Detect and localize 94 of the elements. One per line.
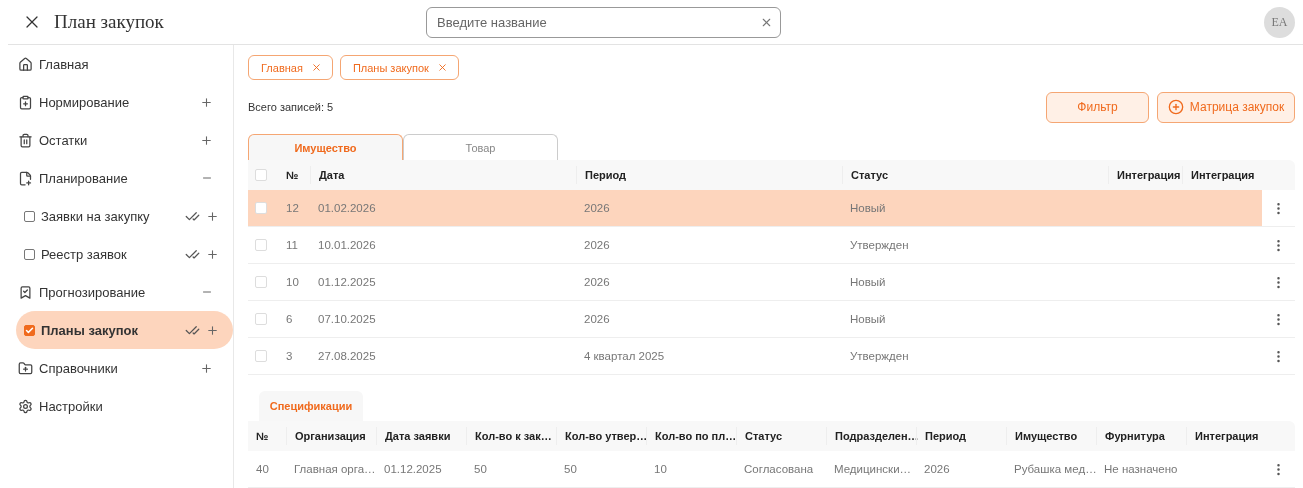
table-cell-text: 6	[285, 313, 294, 325]
column-header: №	[255, 429, 270, 444]
table-cell-text: 2026	[583, 202, 611, 214]
column-header: Подразделен…	[826, 427, 916, 445]
table-cell-text: 27.08.2025	[317, 350, 377, 362]
row-checkbox[interactable]	[255, 350, 267, 362]
table-cell-text: 01.02.2026	[317, 202, 377, 214]
table-tab[interactable]: Имущество	[248, 134, 403, 160]
table-cell-text: Рубашка мед…	[1013, 463, 1096, 475]
sidebar-item[interactable]: Прогнозирование	[16, 273, 233, 311]
column-header: Имущество	[1006, 427, 1096, 445]
add-icon[interactable]	[206, 323, 219, 337]
table-cell-text: Согласована	[743, 463, 815, 475]
sidebar-subitem[interactable]: Заявки на закупку	[16, 197, 233, 235]
sidebar-subitem[interactable]: Планы закупок	[16, 311, 233, 349]
sidebar-icon	[18, 132, 33, 148]
column-header: Кол-во утвер…	[556, 427, 646, 445]
sidebar-item[interactable]: Настройки	[16, 387, 233, 425]
table-cell-text: 10	[285, 276, 300, 288]
table-cell-text: 07.10.2025	[317, 313, 377, 325]
sidebar-item[interactable]: Нормирование	[16, 83, 233, 121]
column-header: Кол-во по пл…	[646, 427, 736, 445]
add-icon[interactable]	[206, 247, 219, 261]
sidebar-item[interactable]: Справочники	[16, 349, 233, 387]
sidebar-icon	[18, 94, 33, 110]
column-header: Период	[576, 166, 842, 184]
sidebar-item[interactable]: Главная	[16, 45, 233, 83]
table-cell-text: 50	[473, 463, 488, 475]
table-cell-text: 2026	[583, 239, 611, 251]
sidebar-icon	[18, 360, 33, 376]
sidebar-subitem[interactable]: Реестр заявок	[16, 235, 233, 273]
table-cell-text: Медицински…	[833, 463, 913, 475]
table-cell-text: 3	[285, 350, 294, 362]
column-header: Период	[916, 427, 1006, 445]
search-field[interactable]: Введите название	[426, 6, 781, 38]
column-header: Фурнитура	[1096, 427, 1186, 445]
row-checkbox[interactable]	[255, 313, 267, 325]
table-cell-text: Утвержден	[849, 239, 910, 251]
column-header: Организация	[286, 427, 376, 445]
table-cell-text: Утвержден	[849, 350, 910, 362]
select-all-checkbox[interactable]	[255, 169, 267, 181]
table-cell-text: 2026	[583, 313, 611, 325]
user-avatar[interactable]: EA	[1264, 6, 1295, 38]
app-title: План закупок	[54, 11, 165, 33]
column-header: Интеграция	[1108, 166, 1182, 184]
sidebar-icon	[18, 284, 33, 300]
table-cell-text: 4 квартал 2025	[583, 350, 666, 362]
table-cell-text: Новый	[849, 313, 887, 325]
table-cell-text: 10	[653, 463, 668, 475]
column-header: Кол-во к зак…	[466, 427, 556, 445]
expand-icon[interactable]	[200, 95, 213, 109]
open-tab-chip[interactable]: Главная	[248, 55, 333, 80]
sidebar-icon	[18, 56, 33, 72]
table-cell-text: Главная орга…	[293, 463, 376, 475]
table-row[interactable]: 12 01.02.2026 2026 Новый	[248, 190, 1295, 227]
table-cell-text: 01.12.2025	[317, 276, 377, 288]
table-cell-text: Новый	[849, 276, 887, 288]
column-header: Интеграция	[1182, 166, 1262, 184]
column-header: Статус	[842, 166, 1108, 184]
add-icon[interactable]	[206, 209, 219, 223]
table-cell-text: 10.01.2026	[317, 239, 377, 251]
row-checkbox[interactable]	[255, 239, 267, 251]
table-cell-text: 50	[563, 463, 578, 475]
item-checkbox[interactable]	[24, 248, 35, 260]
open-tab-chip[interactable]: Планы закупок	[339, 55, 459, 80]
row-checkbox[interactable]	[255, 202, 267, 214]
filter-button[interactable]: Фильтр	[1046, 91, 1149, 123]
table-cell-text: 01.12.2025	[383, 463, 443, 475]
add-circle-icon	[1167, 99, 1184, 115]
records-count: Всего записей: 5	[248, 101, 334, 113]
table-cell-text: Не назначено	[1103, 463, 1179, 475]
table-cell-text: 2026	[923, 463, 951, 475]
column-header: №	[285, 168, 300, 183]
column-header: Дата	[310, 166, 576, 184]
sidebar-item[interactable]: Остатки	[16, 121, 233, 159]
spec-tab[interactable]: Спецификации	[259, 391, 363, 421]
table-cell-text: 40	[255, 463, 270, 475]
table-cell-text: 2026	[583, 276, 611, 288]
sidebar-item[interactable]: Планирование	[16, 159, 233, 197]
item-checkbox[interactable]	[24, 324, 35, 336]
table-cell-text: Новый	[849, 202, 887, 214]
row-checkbox[interactable]	[255, 276, 267, 288]
sidebar-icon	[18, 170, 33, 186]
column-header: Статус	[736, 427, 826, 445]
column-header: Дата заявки	[376, 427, 466, 445]
expand-icon[interactable]	[200, 361, 213, 375]
table-cell-text: 12	[285, 202, 300, 214]
sidebar-icon	[18, 398, 33, 414]
table-cell-text: 11	[285, 239, 299, 251]
matrix-button[interactable]: Матрица закупок	[1157, 91, 1295, 123]
item-checkbox[interactable]	[24, 210, 35, 222]
expand-icon[interactable]	[200, 133, 213, 147]
table-tab[interactable]: Товар	[403, 134, 558, 160]
column-header: Интеграция	[1186, 427, 1262, 445]
